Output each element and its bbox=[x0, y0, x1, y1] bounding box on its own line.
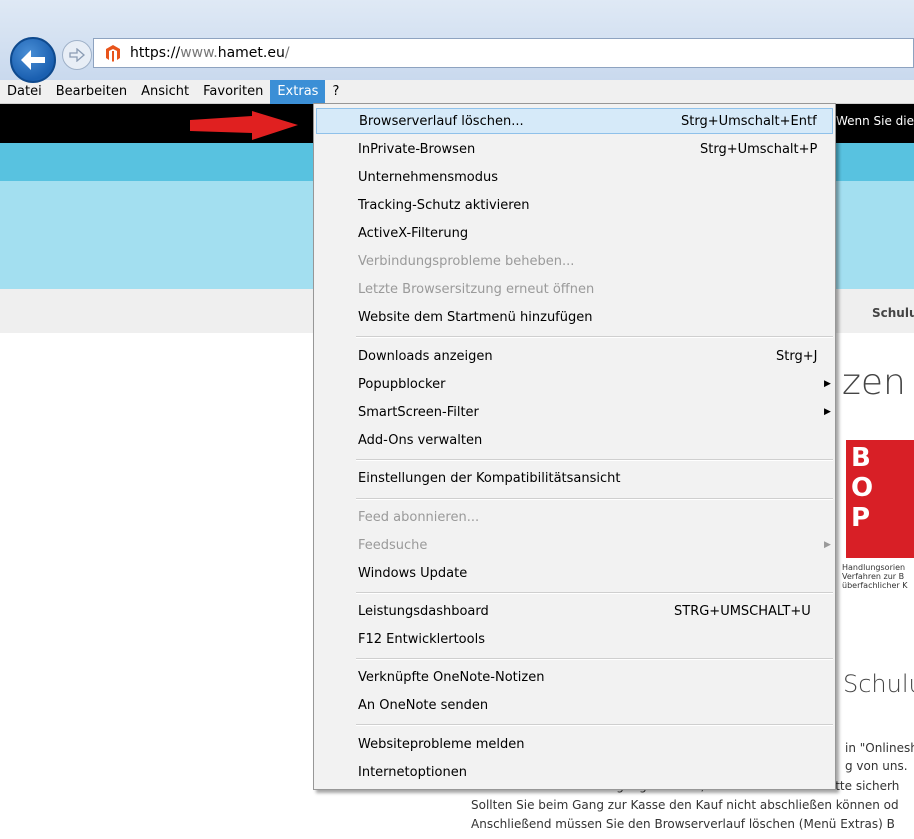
red-pointer-arrow-icon bbox=[190, 111, 298, 140]
menu-ansicht[interactable]: Ansicht bbox=[134, 80, 196, 104]
url-protocol: https:// bbox=[130, 45, 181, 61]
menu-help[interactable]: ? bbox=[325, 80, 346, 104]
menu-item-label: Feed abonnieren... bbox=[358, 509, 480, 525]
menu-item-verbindungsprobleme: Verbindungsprobleme beheben... bbox=[316, 248, 833, 274]
submenu-arrow-icon: ▶ bbox=[824, 540, 831, 550]
menu-item-smartscreen-filter[interactable]: SmartScreen-Filter ▶ bbox=[316, 399, 833, 425]
menu-item-label: An OneNote senden bbox=[358, 697, 489, 713]
menu-item-label: Add-Ons verwalten bbox=[358, 432, 483, 448]
menu-separator bbox=[356, 498, 833, 500]
url-subdomain: www. bbox=[180, 45, 218, 61]
menu-separator bbox=[356, 658, 833, 660]
menu-item-feed-abonnieren: Feed abonnieren... bbox=[316, 504, 833, 530]
menu-item-downloads-anzeigen[interactable]: Downloads anzeigen Strg+J bbox=[316, 343, 833, 369]
menu-item-shortcut: Strg+J bbox=[776, 348, 818, 364]
menu-item-label: InPrivate-Browsen bbox=[358, 141, 476, 157]
menu-item-addons-verwalten[interactable]: Add-Ons verwalten bbox=[316, 427, 833, 453]
browser-window: https:// www. hamet.eu / Datei Bearbeite… bbox=[0, 0, 914, 839]
page-heading-schulungen: Schulu bbox=[843, 670, 914, 698]
menu-item-label: Browserverlauf löschen... bbox=[359, 113, 524, 129]
menu-item-label: Website dem Startmenü hinzufügen bbox=[358, 309, 593, 325]
menu-item-leistungsdashboard[interactable]: Leistungsdashboard STRG+UMSCHALT+U bbox=[316, 598, 833, 624]
menu-item-browserverlauf-loeschen[interactable]: Browserverlauf löschen... Strg+Umschalt+… bbox=[316, 108, 833, 134]
body-text-line: g von uns. bbox=[845, 759, 908, 773]
menu-item-label: Leistungsdashboard bbox=[358, 603, 489, 619]
menu-bearbeiten[interactable]: Bearbeiten bbox=[49, 80, 134, 104]
menu-item-label: Downloads anzeigen bbox=[358, 348, 493, 364]
forward-button[interactable] bbox=[62, 40, 92, 70]
menu-item-label: Verbindungsprobleme beheben... bbox=[358, 253, 575, 269]
top-bar-text: Wenn Sie die bbox=[835, 114, 914, 128]
menu-item-startmenue-hinzufuegen[interactable]: Website dem Startmenü hinzufügen bbox=[316, 304, 833, 330]
forward-arrow-icon bbox=[69, 48, 85, 62]
nav-item-schulungen[interactable]: Schulu bbox=[872, 306, 914, 320]
menu-item-inprivate-browsen[interactable]: InPrivate-Browsen Strg+Umschalt+P bbox=[316, 136, 833, 162]
url-host: hamet.eu bbox=[217, 45, 285, 61]
menu-item-an-onenote-senden[interactable]: An OneNote senden bbox=[316, 692, 833, 718]
body-text-line: Anschließend müssen Sie den Browserverla… bbox=[471, 817, 895, 831]
bop-letter-p: P bbox=[851, 503, 871, 533]
menu-item-shortcut: Strg+Umschalt+P bbox=[700, 141, 818, 157]
menu-item-shortcut: Strg+Umschalt+Entf bbox=[681, 113, 817, 129]
bop-letter-o: O bbox=[851, 473, 874, 503]
menu-item-windows-update[interactable]: Windows Update bbox=[316, 560, 833, 586]
menu-item-letzte-sitzung: Letzte Browsersitzung erneut öffnen bbox=[316, 276, 833, 302]
submenu-arrow-icon: ▶ bbox=[824, 379, 831, 389]
menu-item-label: Internetoptionen bbox=[358, 764, 467, 780]
bop-description-line: Verfahren zur B bbox=[842, 572, 905, 581]
menu-item-label: Feedsuche bbox=[358, 537, 428, 553]
menu-item-label: Popupblocker bbox=[358, 376, 446, 392]
menu-item-label: Letzte Browsersitzung erneut öffnen bbox=[358, 281, 595, 297]
menu-separator bbox=[356, 459, 833, 461]
bop-description: Handlungsorien Verfahren zur B überfachl… bbox=[842, 563, 907, 590]
menu-item-websiteprobleme-melden[interactable]: Websiteprobleme melden bbox=[316, 731, 833, 757]
bop-description-line: überfachlicher K bbox=[842, 581, 908, 590]
menu-item-kompatibilitaetsansicht[interactable]: Einstellungen der Kompatibilitätsansicht bbox=[316, 465, 833, 491]
menu-item-label: Einstellungen der Kompatibilitätsansicht bbox=[358, 470, 621, 486]
menu-item-shortcut: STRG+UMSCHALT+U bbox=[674, 603, 811, 619]
body-text-line: Sollten Sie beim Gang zur Kasse den Kauf… bbox=[471, 798, 899, 812]
menu-item-label: ActiveX-Filterung bbox=[358, 225, 469, 241]
menu-item-label: SmartScreen-Filter bbox=[358, 404, 479, 420]
menu-datei[interactable]: Datei bbox=[0, 80, 49, 104]
menu-item-f12-entwicklertools[interactable]: F12 Entwicklertools bbox=[316, 626, 833, 652]
extras-dropdown-menu: Browserverlauf löschen... Strg+Umschalt+… bbox=[313, 103, 836, 790]
menu-item-activex-filterung[interactable]: ActiveX-Filterung bbox=[316, 220, 833, 246]
submenu-arrow-icon: ▶ bbox=[824, 407, 831, 417]
menu-item-unternehmensmodus[interactable]: Unternehmensmodus bbox=[316, 164, 833, 190]
site-favicon-icon bbox=[104, 44, 122, 62]
url-path: / bbox=[284, 45, 290, 61]
menu-item-label: Windows Update bbox=[358, 565, 468, 581]
menu-item-tracking-schutz[interactable]: Tracking-Schutz aktivieren bbox=[316, 192, 833, 218]
menu-item-label: Unternehmensmodus bbox=[358, 169, 498, 185]
menu-item-label: Verknüpfte OneNote-Notizen bbox=[358, 669, 545, 685]
menu-separator bbox=[356, 724, 833, 726]
address-bar[interactable]: https:// www. hamet.eu / bbox=[93, 38, 914, 68]
menu-extras[interactable]: Extras bbox=[270, 79, 326, 104]
back-button[interactable] bbox=[10, 37, 56, 83]
menu-item-feedsuche: Feedsuche ▶ bbox=[316, 532, 833, 558]
body-text-line: in "Onlinesh bbox=[845, 741, 914, 755]
menu-item-onenote-notizen[interactable]: Verknüpfte OneNote-Notizen bbox=[316, 664, 833, 690]
menu-item-label: Tracking-Schutz aktivieren bbox=[358, 197, 530, 213]
menu-bar: Datei Bearbeiten Ansicht Favoriten Extra… bbox=[0, 79, 914, 104]
menu-separator bbox=[356, 336, 833, 338]
menu-item-label: Websiteprobleme melden bbox=[358, 736, 525, 752]
page-heading-zen: zen bbox=[842, 362, 906, 403]
menu-item-label: F12 Entwicklertools bbox=[358, 631, 485, 647]
bop-letter-b: B bbox=[851, 443, 871, 473]
back-arrow-icon bbox=[21, 50, 45, 70]
menu-favoriten[interactable]: Favoriten bbox=[196, 80, 270, 104]
menu-separator bbox=[356, 592, 833, 594]
bop-description-line: Handlungsorien bbox=[842, 563, 906, 572]
menu-item-popupblocker[interactable]: Popupblocker ▶ bbox=[316, 371, 833, 397]
menu-item-internetoptionen[interactable]: Internetoptionen bbox=[316, 759, 833, 785]
bop-logo: B O P bbox=[846, 440, 914, 558]
